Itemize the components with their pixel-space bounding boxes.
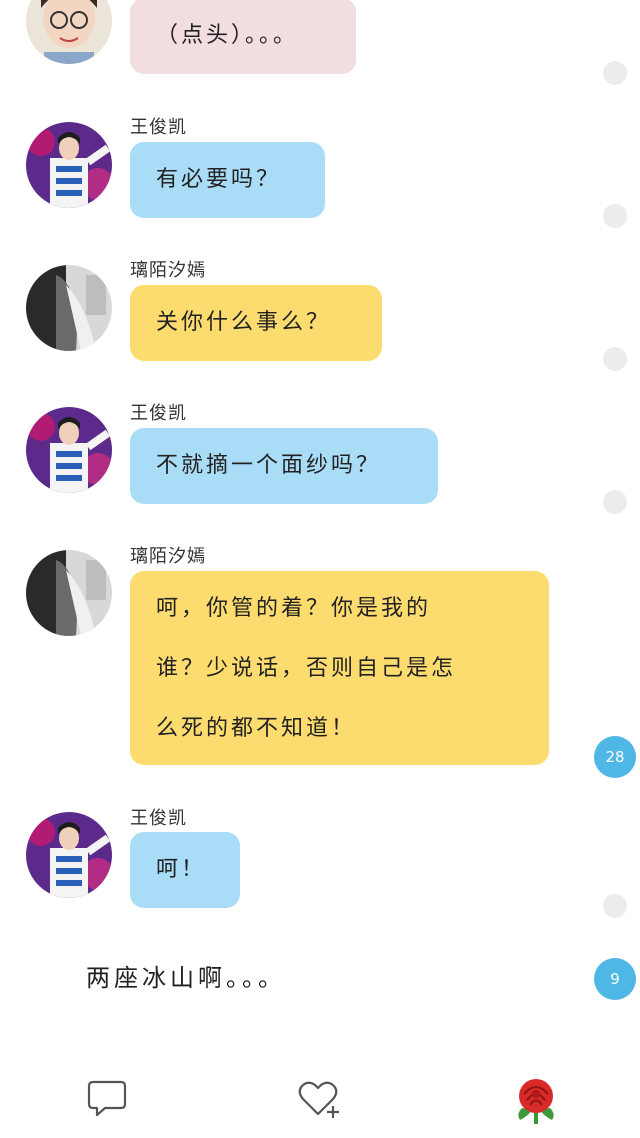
side-dot[interactable] (603, 204, 627, 228)
rose-icon[interactable] (512, 1074, 560, 1124)
message-bubble[interactable]: 不就摘一个面纱吗？ (130, 428, 438, 504)
narration-text: 两座冰山啊。。。 (86, 964, 286, 992)
avatar-boy-glasses[interactable] (26, 0, 112, 64)
message-bubble[interactable]: 关你什么事么？ (130, 285, 382, 361)
sender-name: 王俊凯 (130, 808, 187, 829)
avatar-wang-junkai[interactable] (26, 407, 112, 493)
side-dot[interactable] (603, 490, 627, 514)
message-bubble[interactable]: 有必要吗？ (130, 142, 325, 218)
heart-plus-icon[interactable] (297, 1078, 343, 1120)
message-text: 呵！ (156, 857, 207, 882)
message-line: 么死的都不知道！ (156, 716, 357, 741)
sender-name: 王俊凯 (130, 117, 187, 138)
side-dot[interactable] (603, 61, 627, 85)
avatar-limoxiyan[interactable] (26, 550, 112, 636)
message-text: 有必要吗？ (156, 167, 282, 192)
sender-name: 王俊凯 (130, 403, 187, 424)
side-dot[interactable] (603, 347, 627, 371)
message-line: 谁？少说话，否则自己是怎 (156, 656, 457, 681)
message-text: 不就摘一个面纱吗？ (156, 453, 382, 478)
side-dot[interactable] (603, 894, 627, 918)
message-bubble[interactable]: 呵，你管的着？你是我的 谁？少说话，否则自己是怎 么死的都不知道！ (130, 571, 549, 765)
message-text: 关你什么事么？ (156, 310, 332, 335)
message-text: （点头）。。。 (156, 23, 299, 48)
comment-count-badge[interactable]: 28 (594, 736, 636, 778)
message-line: 呵，你管的着？你是我的 (156, 596, 432, 621)
sender-name: 璃陌汐嫣 (130, 260, 206, 281)
message-bubble[interactable]: （点头）。。。 (130, 0, 356, 74)
avatar-limoxiyan[interactable] (26, 265, 112, 351)
sender-name: 璃陌汐嫣 (130, 546, 206, 567)
message-bubble[interactable]: 呵！ (130, 832, 240, 908)
comment-count-badge[interactable]: 9 (594, 958, 636, 1000)
avatar-wang-junkai[interactable] (26, 812, 112, 898)
speech-bubble-icon[interactable] (87, 1078, 127, 1118)
avatar-wang-junkai[interactable] (26, 122, 112, 208)
